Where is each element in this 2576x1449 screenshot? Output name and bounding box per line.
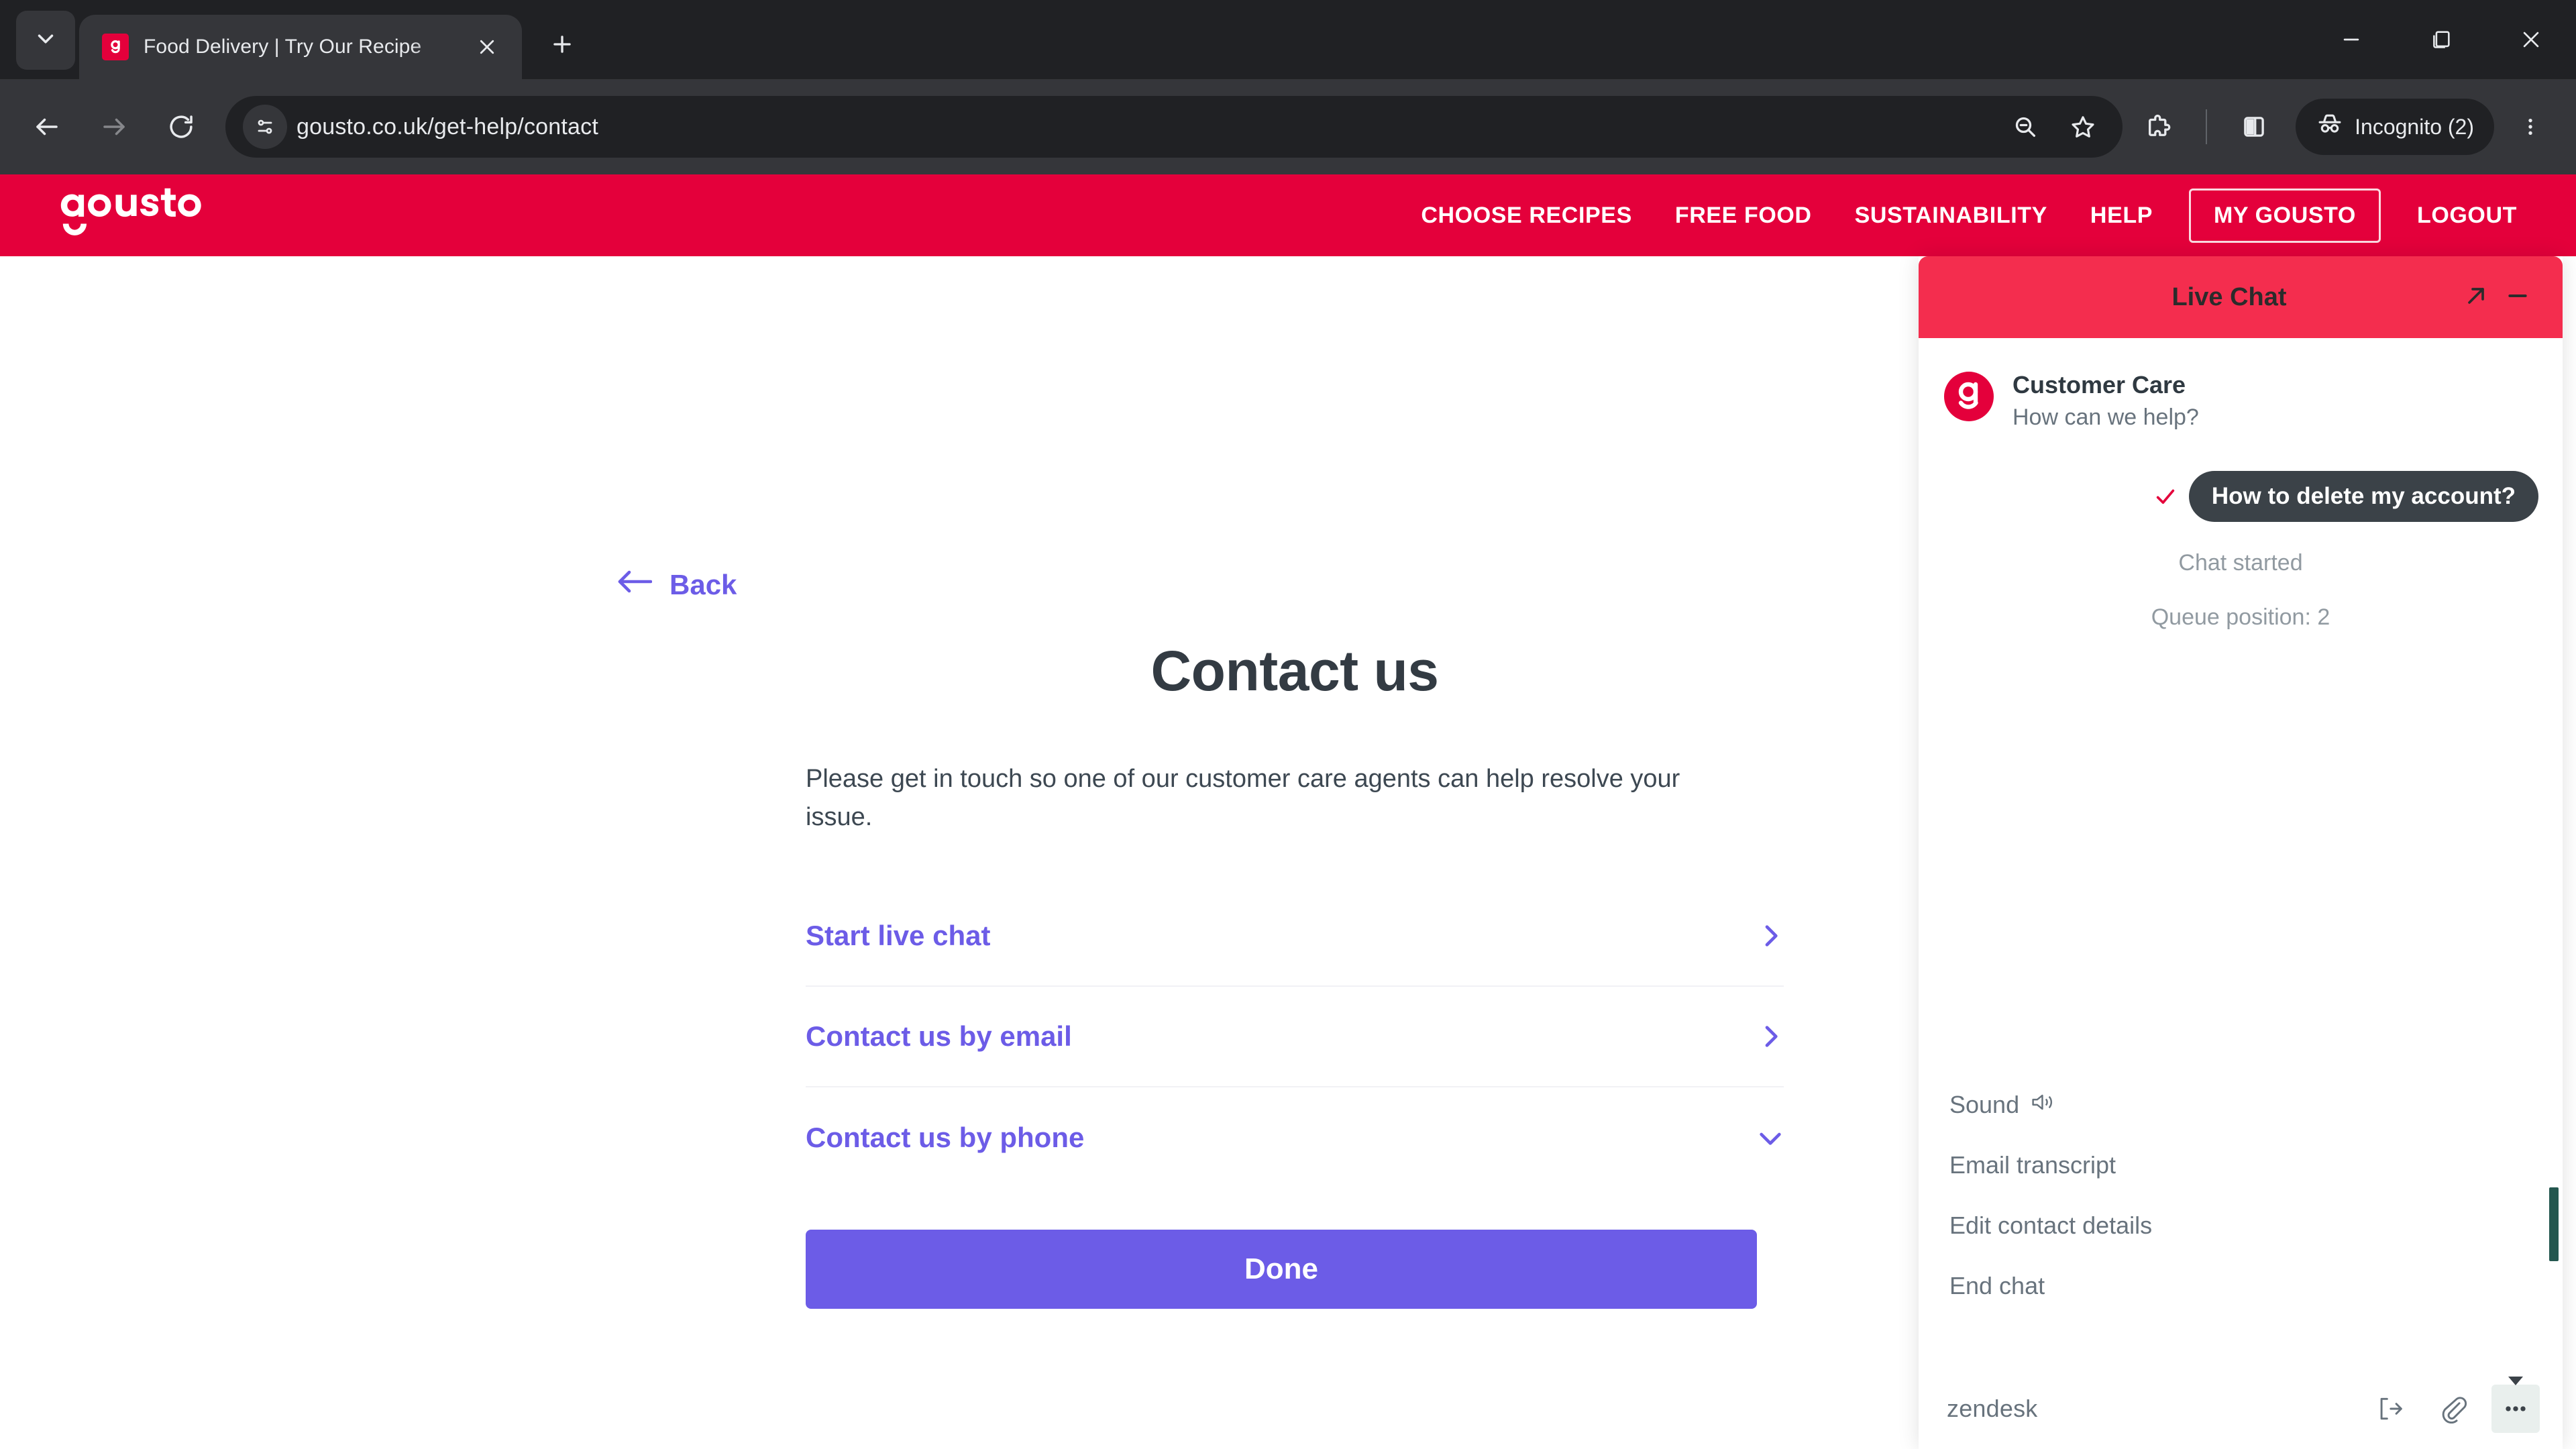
chevron-down-icon <box>1757 1124 1784 1151</box>
gousto-logo[interactable] <box>54 184 235 246</box>
zendesk-brand: zendesk <box>1947 1395 2038 1422</box>
chat-footer: zendesk <box>1919 1368 2563 1449</box>
chat-title: Live Chat <box>2171 282 2287 311</box>
back-link-label: Back <box>669 569 737 600</box>
contact-options-list: Start live chat Contact us by email Cont… <box>782 886 1808 1188</box>
live-chat-widget: Live Chat Customer Care How can we help?… <box>1919 256 2563 1449</box>
window-controls <box>2306 0 2576 79</box>
nav-item-choose-recipes[interactable]: CHOOSE RECIPES <box>1399 203 1653 229</box>
site-nav-links: CHOOSE RECIPES FREE FOOD SUSTAINABILITY … <box>1399 188 2538 243</box>
chevron-right-icon <box>1757 1023 1784 1050</box>
kebab-menu-icon[interactable] <box>2504 96 2557 158</box>
extensions-icon[interactable] <box>2128 96 2190 158</box>
quick-reply-bubble[interactable]: How to delete my account? <box>2188 471 2538 523</box>
omnibox-actions <box>1998 99 2110 154</box>
nav-item-free-food[interactable]: FREE FOOD <box>1654 203 1833 229</box>
page-viewport: CHOOSE RECIPES FREE FOOD SUSTAINABILITY … <box>0 174 2576 1449</box>
browser-window: Food Delivery | Try Our Recipe gousto.co… <box>0 0 2576 1449</box>
url-text[interactable]: gousto.co.uk/get-help/contact <box>297 114 1988 140</box>
gousto-avatar-icon <box>1943 370 1995 423</box>
incognito-icon <box>2316 110 2344 144</box>
option-label: Contact us by email <box>806 1020 1072 1052</box>
speaker-icon <box>2030 1091 2057 1119</box>
option-label: Start live chat <box>806 920 991 951</box>
chat-body: Customer Care How can we help? How to de… <box>1919 338 2563 1368</box>
chat-footer-actions <box>2365 1385 2540 1433</box>
menu-item-sound[interactable]: Sound <box>1949 1075 2532 1135</box>
chat-status-started: Chat started <box>2178 550 2303 576</box>
minimize-window-button[interactable] <box>2306 0 2396 79</box>
new-tab-button[interactable] <box>537 19 588 70</box>
menu-item-label: Sound <box>1949 1091 2020 1118</box>
end-chat-icon[interactable] <box>2365 1385 2414 1433</box>
zoom-out-icon[interactable] <box>1998 99 2053 154</box>
back-link[interactable]: Back <box>617 568 737 602</box>
check-icon <box>2154 485 2177 508</box>
option-contact-by-phone[interactable]: Contact us by phone <box>806 1087 1784 1188</box>
reload-button[interactable] <box>150 96 212 158</box>
option-label: Contact us by phone <box>806 1122 1085 1153</box>
chat-scrollbar-thumb[interactable] <box>2549 1187 2559 1261</box>
intro-paragraph: Please get in touch so one of our custom… <box>806 765 1680 831</box>
agent-info: Customer Care How can we help? <box>2012 370 2199 432</box>
menu-item-label: Edit contact details <box>1949 1212 2153 1239</box>
tune-icon[interactable] <box>243 105 287 149</box>
done-button[interactable]: Done <box>806 1230 1757 1309</box>
arrow-up-right-icon <box>2463 282 2489 313</box>
incognito-label: Incognito (2) <box>2355 114 2474 139</box>
chevron-right-icon <box>1757 922 1784 949</box>
chat-status-queue: Queue position: 2 <box>2151 604 2330 631</box>
chevron-down-icon <box>33 26 58 55</box>
menu-item-edit-contact-details[interactable]: Edit contact details <box>1949 1195 2532 1256</box>
page-content: Back Contact us Please get in touch so o… <box>0 256 2576 1449</box>
tab-search-button[interactable] <box>16 11 75 70</box>
menu-item-end-chat[interactable]: End chat <box>1949 1256 2532 1316</box>
browser-toolbar: gousto.co.uk/get-help/contact Incognito … <box>0 79 2576 174</box>
star-icon[interactable] <box>2055 99 2110 154</box>
tab-close-button[interactable] <box>470 30 504 64</box>
quick-reply-row: How to delete my account? <box>1943 471 2538 523</box>
menu-item-label: Email transcript <box>1949 1151 2116 1179</box>
incognito-indicator[interactable]: Incognito (2) <box>2296 99 2494 155</box>
options-menu-icon[interactable] <box>2491 1385 2540 1433</box>
tab-title: Food Delivery | Try Our Recipe <box>144 36 422 58</box>
chat-header: Live Chat <box>1919 256 2563 338</box>
menu-item-email-transcript[interactable]: Email transcript <box>1949 1135 2532 1195</box>
option-start-live-chat[interactable]: Start live chat <box>806 886 1784 987</box>
side-panel-icon[interactable] <box>2223 96 2285 158</box>
nav-item-my-gousto[interactable]: MY GOUSTO <box>2189 188 2381 243</box>
page-title: Contact us <box>1150 639 1439 702</box>
minimize-chat-button[interactable] <box>2497 276 2538 318</box>
minimize-icon <box>2504 282 2531 313</box>
arrow-left-icon <box>617 568 653 602</box>
tab-strip: Food Delivery | Try Our Recipe <box>0 0 2576 79</box>
agent-name: Customer Care <box>2012 371 2186 398</box>
toolbar-divider <box>2206 109 2208 144</box>
menu-item-label: End chat <box>1949 1272 2045 1299</box>
nav-item-help[interactable]: HELP <box>2069 203 2174 229</box>
attachment-icon[interactable] <box>2428 1385 2477 1433</box>
browser-tab[interactable]: Food Delivery | Try Our Recipe <box>79 15 522 79</box>
popout-chat-button[interactable] <box>2455 276 2497 318</box>
nav-item-sustainability[interactable]: SUSTAINABILITY <box>1833 203 2069 229</box>
site-header: CHOOSE RECIPES FREE FOOD SUSTAINABILITY … <box>0 174 2576 256</box>
close-window-button[interactable] <box>2486 0 2576 79</box>
chat-options-menu: Sound Email transcript Edit contact deta… <box>1919 1075 2563 1316</box>
contact-panel: Contact us Please get in touch so one of… <box>782 639 1808 1309</box>
address-bar[interactable]: gousto.co.uk/get-help/contact <box>225 96 2123 158</box>
gousto-g-icon <box>102 34 129 60</box>
forward-button[interactable] <box>83 96 145 158</box>
maximize-window-button[interactable] <box>2396 0 2486 79</box>
option-contact-by-email[interactable]: Contact us by email <box>806 987 1784 1087</box>
agent-intro: Customer Care How can we help? <box>1943 370 2538 432</box>
back-button[interactable] <box>16 96 78 158</box>
nav-item-logout[interactable]: LOGOUT <box>2396 203 2538 229</box>
agent-prompt: How can we help? <box>2012 404 2199 430</box>
